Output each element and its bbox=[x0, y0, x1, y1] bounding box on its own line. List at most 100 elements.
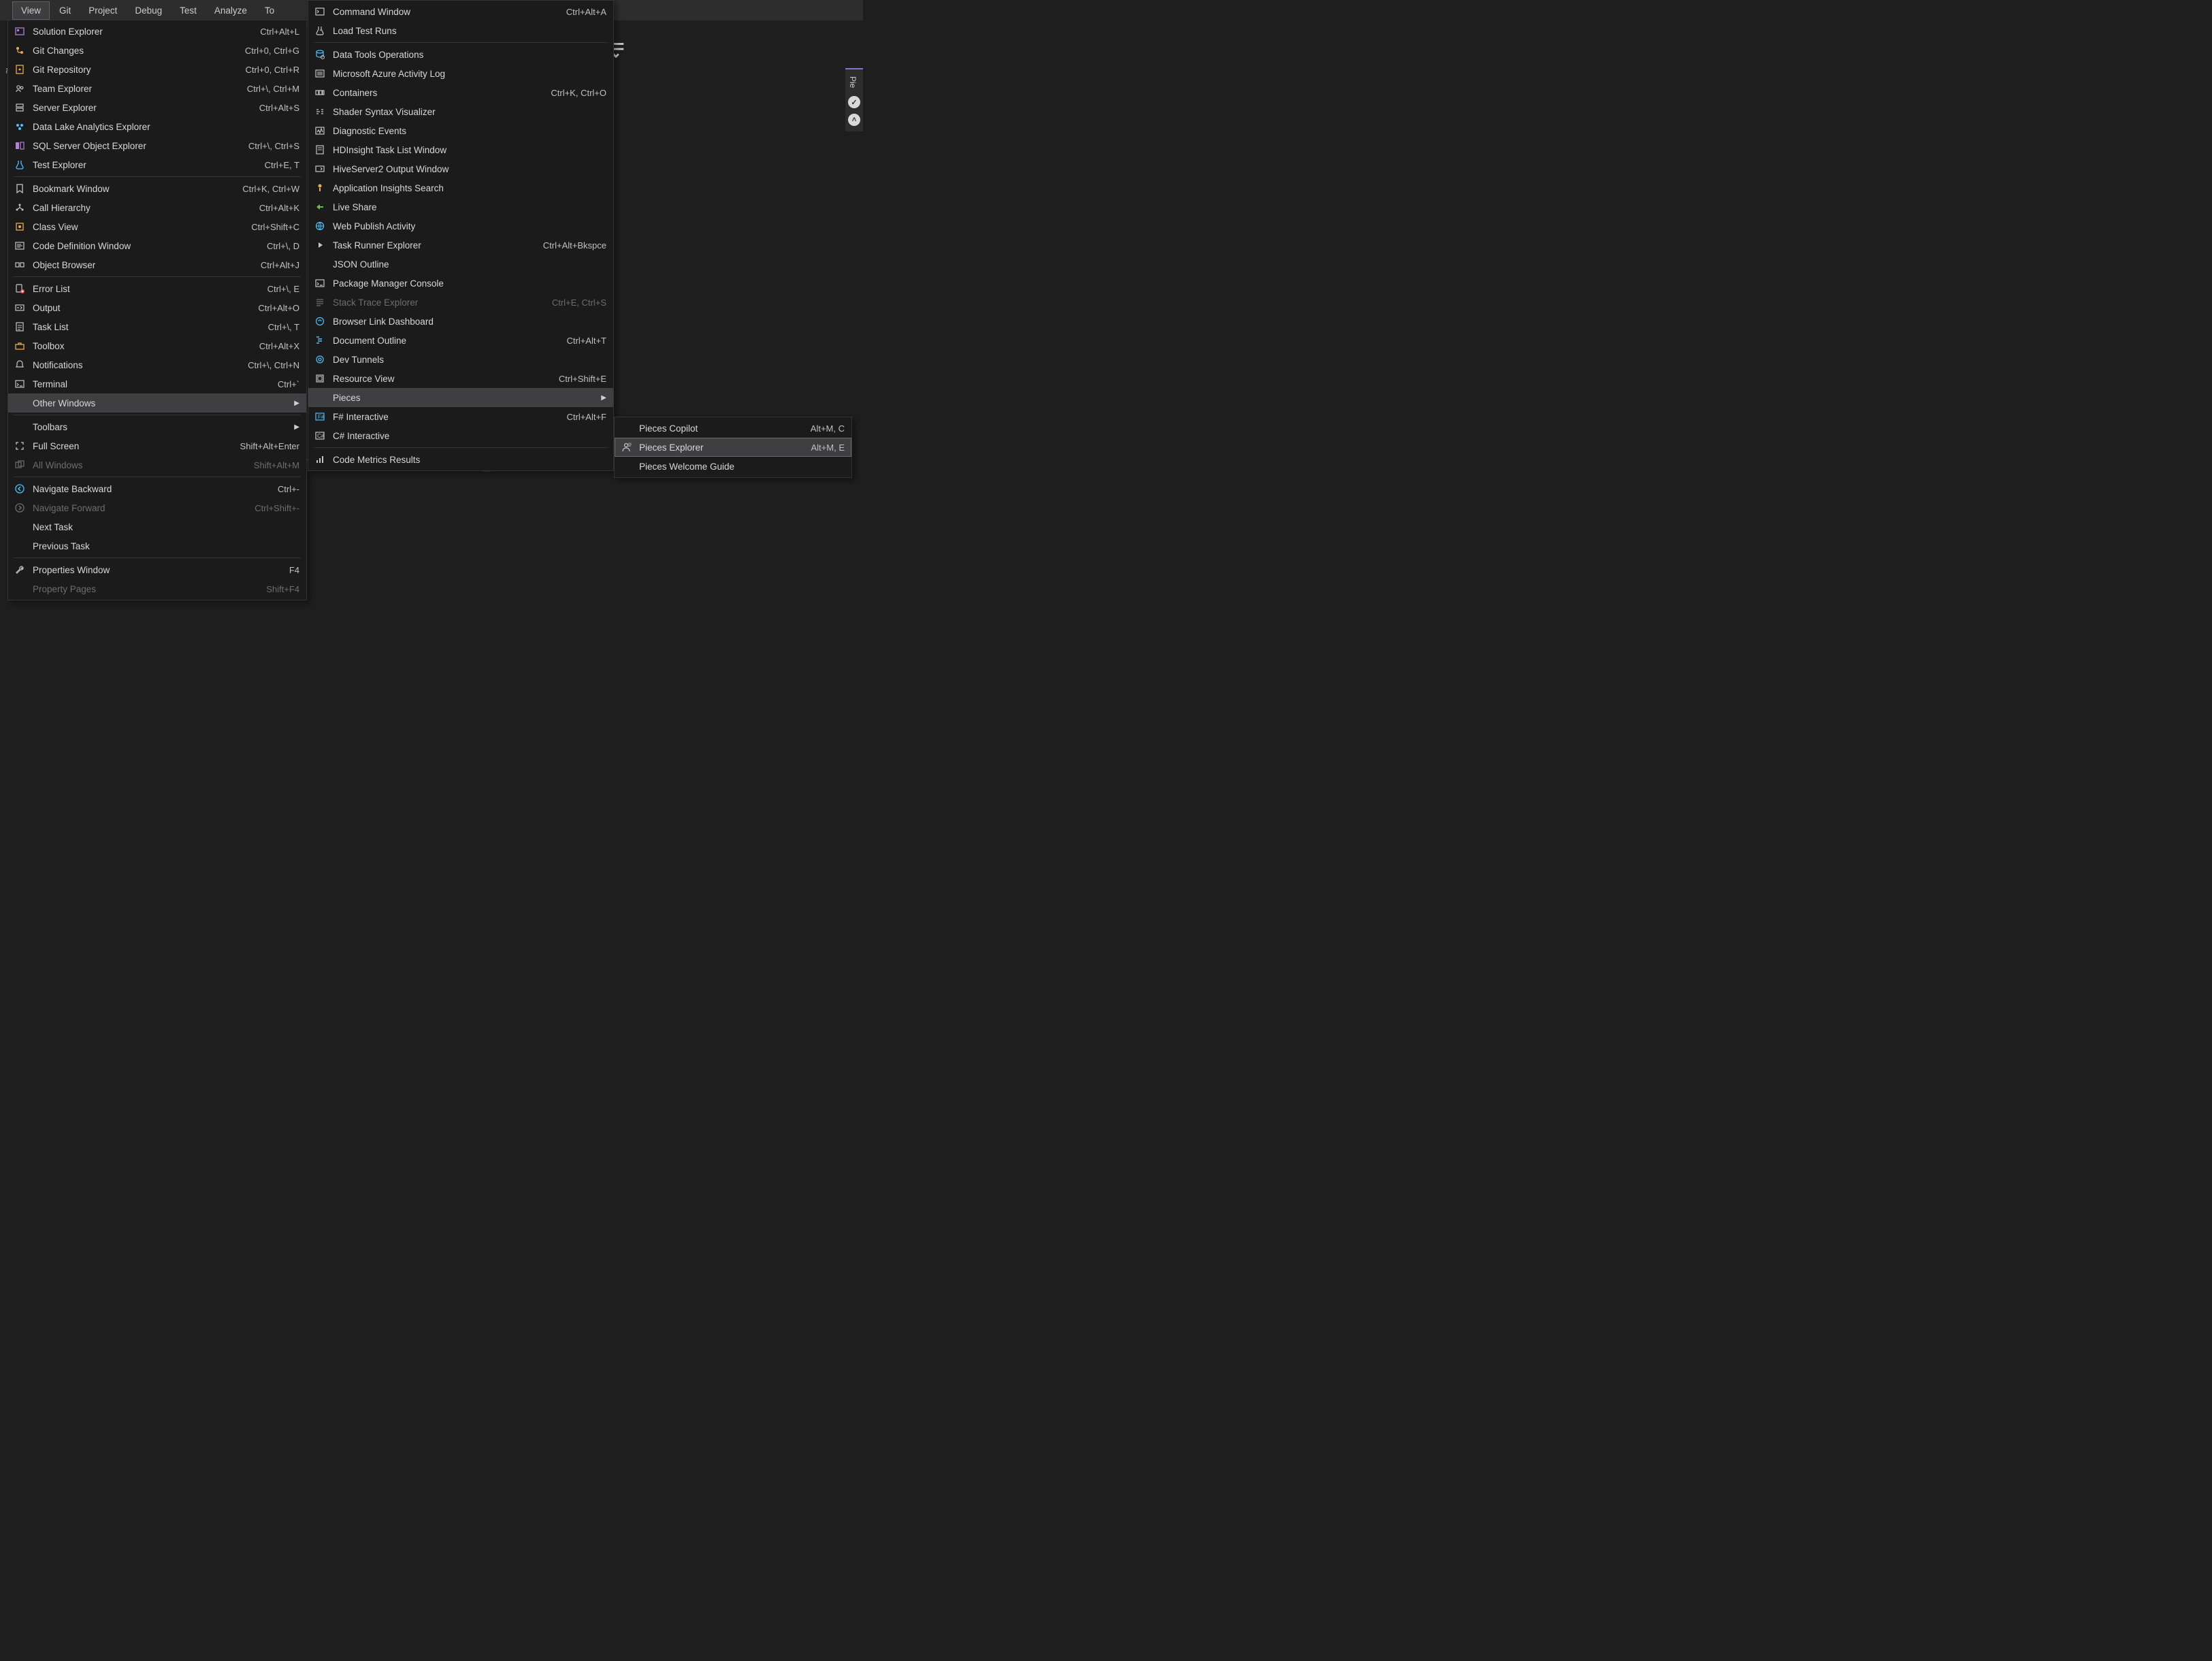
other-windows-item-json-outline[interactable]: JSON Outline bbox=[308, 255, 613, 274]
view-menu-item-bookmark-window[interactable]: Bookmark WindowCtrl+K, Ctrl+W bbox=[8, 179, 306, 198]
view-menu-item-full-screen[interactable]: Full ScreenShift+Alt+Enter bbox=[8, 436, 306, 455]
shortcut-label: Ctrl+K, Ctrl+O bbox=[551, 88, 606, 98]
shortcut-label: Ctrl+Alt+T bbox=[566, 336, 606, 346]
view-menu-item-label: Notifications bbox=[33, 360, 231, 370]
menubar-item-debug[interactable]: Debug bbox=[127, 2, 170, 19]
other-windows-item-document-outline[interactable]: Document OutlineCtrl+Alt+T bbox=[308, 331, 613, 350]
other-windows-separator bbox=[314, 447, 608, 448]
containers-icon bbox=[312, 86, 327, 99]
other-windows-item-hdinsight-task-list-window[interactable]: HDInsight Task List Window bbox=[308, 140, 613, 159]
other-windows-item-load-test-runs[interactable]: Load Test Runs bbox=[308, 21, 613, 40]
view-menu-item-test-explorer[interactable]: Test ExplorerCtrl+E, T bbox=[8, 155, 306, 174]
shortcut-label: Ctrl+\, E bbox=[267, 284, 299, 294]
other-windows-item-hiveserver2-output-window[interactable]: HiveServer2 Output Window bbox=[308, 159, 613, 178]
csharp-icon: C# bbox=[312, 429, 327, 442]
view-menu-item-label: Previous Task bbox=[33, 541, 299, 551]
other-windows-item-c-interactive[interactable]: C#C# Interactive bbox=[308, 426, 613, 445]
view-menu-item-call-hierarchy[interactable]: Call HierarchyCtrl+Alt+K bbox=[8, 198, 306, 217]
other-windows-item-label: Diagnostic Events bbox=[333, 126, 606, 136]
other-windows-item-application-insights-search[interactable]: Application Insights Search bbox=[308, 178, 613, 197]
view-menu-item-toolbars[interactable]: Toolbars▶ bbox=[8, 417, 306, 436]
pieces-menu-item-label: Pieces Welcome Guide bbox=[639, 462, 845, 472]
class-icon bbox=[12, 220, 27, 233]
view-menu-item-server-explorer[interactable]: Server ExplorerCtrl+Alt+S bbox=[8, 98, 306, 117]
other-windows-item-diagnostic-events[interactable]: Diagnostic Events bbox=[308, 121, 613, 140]
menubar-item-test[interactable]: Test bbox=[172, 2, 205, 19]
pieces-menu-item-pieces-welcome-guide[interactable]: Pieces Welcome Guide bbox=[615, 457, 851, 476]
other-windows-item-label: HDInsight Task List Window bbox=[333, 145, 606, 155]
menubar-item-project[interactable]: Project bbox=[80, 2, 125, 19]
other-windows-item-task-runner-explorer[interactable]: Task Runner ExplorerCtrl+Alt+Bkspce bbox=[308, 236, 613, 255]
view-menu-item-object-browser[interactable]: Object BrowserCtrl+Alt+J bbox=[8, 255, 306, 274]
other-windows-item-resource-view[interactable]: Resource ViewCtrl+Shift+E bbox=[308, 369, 613, 388]
view-menu-item-notifications[interactable]: NotificationsCtrl+\, Ctrl+N bbox=[8, 355, 306, 374]
menubar-item-analyze[interactable]: Analyze bbox=[206, 2, 255, 19]
view-menu-item-solution-explorer[interactable]: Solution ExplorerCtrl+Alt+L bbox=[8, 22, 306, 41]
shortcut-label: Ctrl+Alt+F bbox=[566, 412, 606, 422]
view-menu-item-error-list[interactable]: Error ListCtrl+\, E bbox=[8, 279, 306, 298]
pieces-submenu: Pieces CopilotAlt+M, C@Pieces ExplorerAl… bbox=[614, 417, 852, 478]
side-badge-check-icon[interactable]: ✓ bbox=[848, 96, 860, 108]
view-menu-item-label: Test Explorer bbox=[33, 160, 248, 170]
menubar-item-view[interactable]: View bbox=[12, 1, 50, 20]
azure-icon bbox=[312, 67, 327, 80]
view-menu-item-task-list[interactable]: Task ListCtrl+\, T bbox=[8, 317, 306, 336]
view-menu-item-data-lake-analytics-explorer[interactable]: Data Lake Analytics Explorer bbox=[8, 117, 306, 136]
other-windows-item-browser-link-dashboard[interactable]: Browser Link Dashboard bbox=[308, 312, 613, 331]
other-windows-item-label: Task Runner Explorer bbox=[333, 240, 527, 251]
view-menu-item-terminal[interactable]: TerminalCtrl+` bbox=[8, 374, 306, 393]
shortcut-label: Ctrl+Alt+O bbox=[258, 303, 299, 313]
test-icon bbox=[12, 158, 27, 172]
hdinsight-icon bbox=[312, 143, 327, 157]
other-windows-item-web-publish-activity[interactable]: Web Publish Activity bbox=[308, 216, 613, 236]
side-badge-up-icon[interactable]: ˄ bbox=[848, 114, 860, 126]
view-menu-item-label: SQL Server Object Explorer bbox=[33, 141, 232, 151]
other-windows-item-code-metrics-results[interactable]: Code Metrics Results bbox=[308, 450, 613, 469]
view-menu-item-label: Navigate Forward bbox=[33, 503, 238, 513]
view-menu-item-git-repository[interactable]: Git RepositoryCtrl+0, Ctrl+R bbox=[8, 60, 306, 79]
shortcut-label: Ctrl+Shift+- bbox=[255, 503, 299, 513]
view-menu-item-label: Bookmark Window bbox=[33, 184, 226, 194]
view-menu-item-properties-window[interactable]: Properties WindowF4 bbox=[8, 560, 306, 579]
other-windows-item-microsoft-azure-activity-log[interactable]: Microsoft Azure Activity Log bbox=[308, 64, 613, 83]
blank-icon bbox=[619, 421, 634, 435]
view-menu-item-next-task[interactable]: Next Task bbox=[8, 517, 306, 536]
other-windows-item-command-window[interactable]: Command WindowCtrl+Alt+A bbox=[308, 2, 613, 21]
other-windows-item-data-tools-operations[interactable]: Data Tools Operations bbox=[308, 45, 613, 64]
view-menu-item-code-definition-window[interactable]: Code Definition WindowCtrl+\, D bbox=[8, 236, 306, 255]
other-windows-item-live-share[interactable]: Live Share bbox=[308, 197, 613, 216]
other-windows-item-package-manager-console[interactable]: Package Manager Console bbox=[308, 274, 613, 293]
submenu-arrow-icon: ▶ bbox=[294, 423, 299, 431]
svg-text:F#: F# bbox=[318, 414, 325, 420]
blank-icon bbox=[12, 539, 27, 553]
blank-icon bbox=[312, 391, 327, 404]
other-windows-item-shader-syntax-visualizer[interactable]: Shader Syntax Visualizer bbox=[308, 102, 613, 121]
other-windows-item-f-interactive[interactable]: F#F# InteractiveCtrl+Alt+F bbox=[308, 407, 613, 426]
view-menu-item-output[interactable]: Output Ctrl+Alt+O bbox=[8, 298, 306, 317]
view-menu-item-toolbox[interactable]: ToolboxCtrl+Alt+X bbox=[8, 336, 306, 355]
side-tab-pieces[interactable]: Pie bbox=[845, 74, 860, 91]
view-menu-item-git-changes[interactable]: Git ChangesCtrl+0, Ctrl+G bbox=[8, 41, 306, 60]
other-windows-item-containers[interactable]: ContainersCtrl+K, Ctrl+O bbox=[308, 83, 613, 102]
view-menu-item-label: Output bbox=[33, 303, 242, 313]
shortcut-label: Ctrl+Alt+A bbox=[566, 7, 606, 17]
view-menu-item-previous-task[interactable]: Previous Task bbox=[8, 536, 306, 555]
other-windows-item-label: Stack Trace Explorer bbox=[333, 297, 536, 308]
shortcut-label: Ctrl+\, Ctrl+M bbox=[247, 84, 299, 94]
shortcut-label: Ctrl+Alt+L bbox=[260, 27, 299, 37]
other-windows-item-dev-tunnels[interactable]: Dev Tunnels bbox=[308, 350, 613, 369]
other-windows-item-pieces[interactable]: Pieces▶ bbox=[308, 388, 613, 407]
pieces-menu-item-pieces-explorer[interactable]: @Pieces ExplorerAlt+M, E bbox=[615, 438, 851, 457]
view-menu-item-team-explorer[interactable]: Team ExplorerCtrl+\, Ctrl+M bbox=[8, 79, 306, 98]
menubar-item-to[interactable]: To bbox=[257, 2, 282, 19]
tasklist-icon bbox=[12, 320, 27, 334]
view-menu-item-other-windows[interactable]: Other Windows▶ bbox=[8, 393, 306, 413]
other-windows-separator bbox=[314, 42, 608, 43]
view-menu-item-navigate-backward[interactable]: Navigate BackwardCtrl+- bbox=[8, 479, 306, 498]
menubar-item-git[interactable]: Git bbox=[51, 2, 79, 19]
view-menu-item-class-view[interactable]: Class ViewCtrl+Shift+C bbox=[8, 217, 306, 236]
view-menu-item-sql-server-object-explorer[interactable]: SQL Server Object ExplorerCtrl+\, Ctrl+S bbox=[8, 136, 306, 155]
other-windows-item-label: Pieces bbox=[333, 393, 587, 403]
pieces-menu-item-pieces-copilot[interactable]: Pieces CopilotAlt+M, C bbox=[615, 419, 851, 438]
blank-icon bbox=[12, 396, 27, 410]
